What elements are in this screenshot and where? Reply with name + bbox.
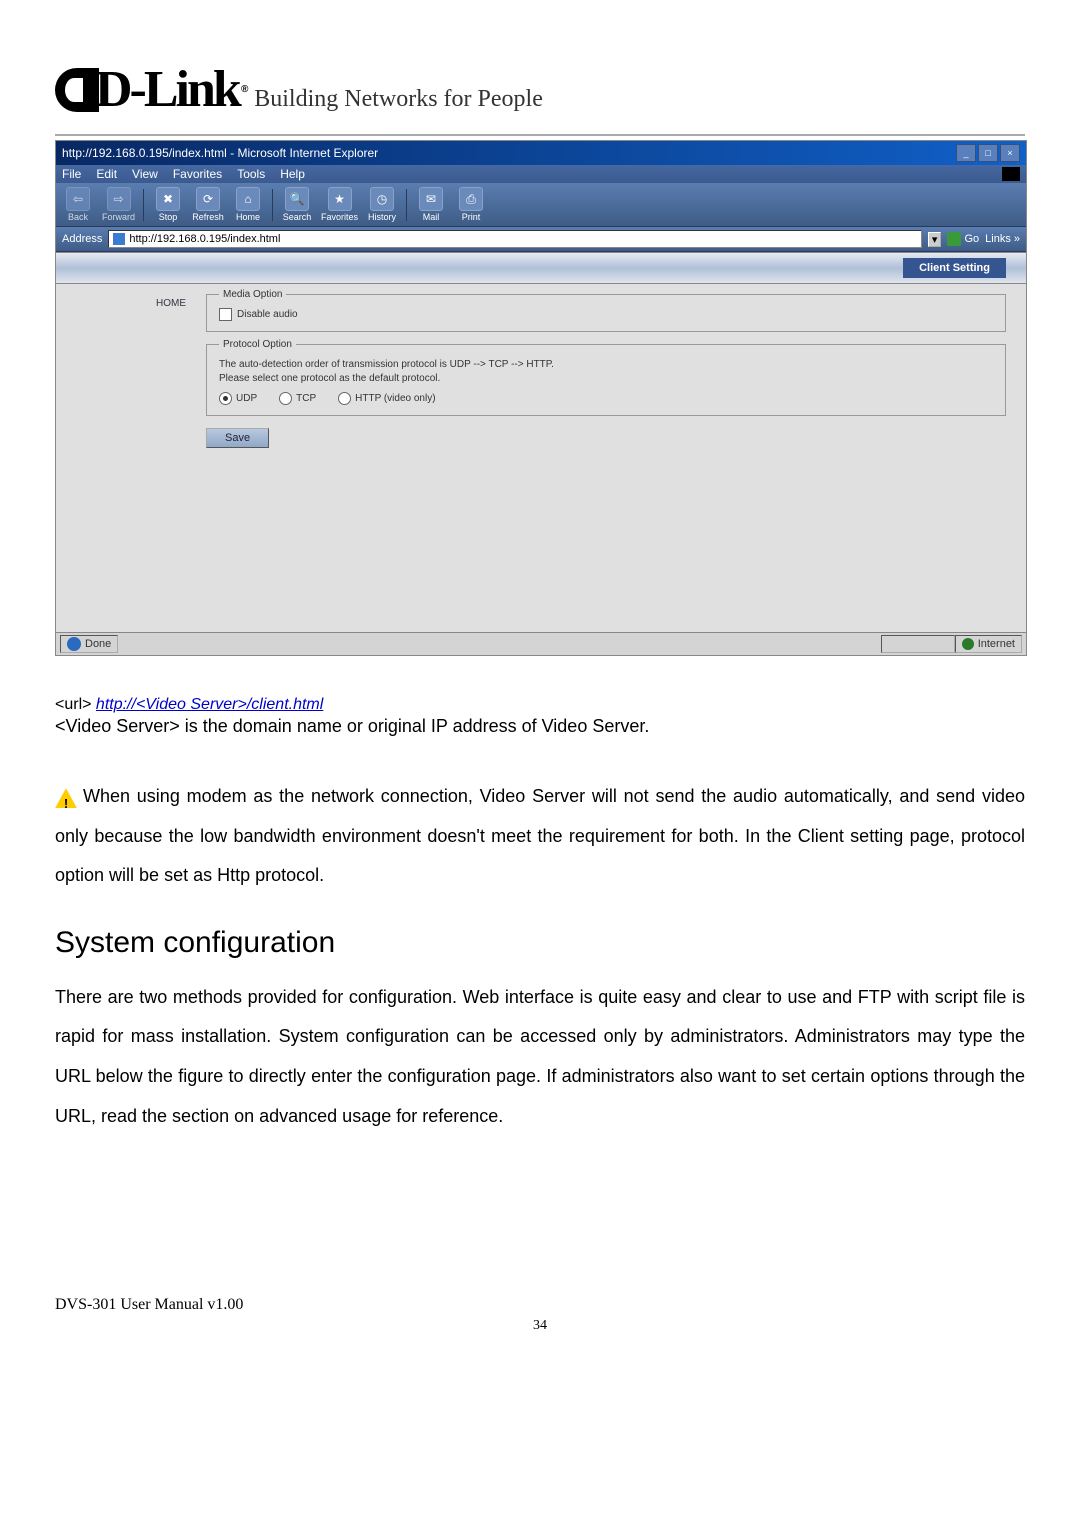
page-number: 34 [55,1318,1025,1334]
url-link[interactable]: http://<Video Server>/client.html [96,696,323,713]
protocol-option-legend: Protocol Option [219,339,296,350]
page-icon [113,233,125,245]
protocol-desc-1: The auto-detection order of transmission… [219,358,993,372]
menu-view[interactable]: View [132,167,158,181]
status-bar: Done Internet [56,632,1026,655]
maximize-button[interactable]: □ [978,144,998,162]
radio-http[interactable] [338,392,351,405]
radio-udp[interactable] [219,392,232,405]
warning-paragraph: When using modem as the network connecti… [55,777,1025,896]
menu-tools[interactable]: Tools [237,167,265,181]
home-button[interactable]: ⌂Home [232,187,264,222]
history-button[interactable]: ◷History [366,187,398,222]
logo-d-icon [55,68,99,112]
disable-audio-checkbox[interactable] [219,308,232,321]
brand-tagline: Building Networks for People [254,86,543,113]
address-input[interactable]: http://192.168.0.195/index.html [108,230,922,248]
print-button[interactable]: ⎙Print [455,187,487,222]
zone-label: Internet [978,638,1015,650]
minimize-button[interactable]: _ [956,144,976,162]
address-bar: Address http://192.168.0.195/index.html … [56,227,1026,252]
media-option-legend: Media Option [219,289,286,300]
url-line: <url> http://<Video Server>/client.html [55,696,1025,714]
logo-text: D-Link [95,60,239,119]
go-icon [947,232,961,246]
config-paragraph: There are two methods provided for confi… [55,978,1025,1136]
mail-button[interactable]: ✉Mail [415,187,447,222]
refresh-button[interactable]: ⟳Refresh [192,187,224,222]
menu-bar: File Edit View Favorites Tools Help [56,165,1026,183]
page-banner: Client Setting [56,252,1026,284]
radio-tcp-label: TCP [296,393,316,404]
section-heading: System configuration [55,926,1025,960]
ie-icon [67,637,81,651]
menu-edit[interactable]: Edit [96,167,117,181]
radio-http-label: HTTP (video only) [355,393,435,404]
protocol-desc-2: Please select one protocol as the defaul… [219,372,993,386]
disable-audio-label: Disable audio [237,309,298,320]
address-value: http://192.168.0.195/index.html [129,233,280,245]
toolbar-separator [272,189,273,221]
nav-home[interactable]: HOME [66,298,186,309]
window-controls: _ □ × [956,144,1020,162]
warning-text: When using modem as the network connecti… [55,786,1025,885]
registered-mark: ® [241,84,246,95]
url-prefix: <url> [55,696,96,713]
favorites-button[interactable]: ★Favorites [321,187,358,222]
warning-icon [55,788,77,808]
footer-id: DVS-301 User Manual v1.00 [55,1296,1025,1314]
toolbar-separator [406,189,407,221]
address-dropdown-icon[interactable]: ▾ [928,232,942,247]
status-text: Done [85,638,111,650]
menu-favorites[interactable]: Favorites [173,167,222,181]
globe-icon [962,638,974,650]
back-button[interactable]: ⇦Back [62,187,94,222]
page-content: Client Setting HOME Media Option Disable… [56,252,1026,632]
media-option-fieldset: Media Option Disable audio [206,294,1006,332]
address-label: Address [62,233,102,245]
forward-button[interactable]: ⇨Forward [102,187,135,222]
settings-panel: Media Option Disable audio Protocol Opti… [196,284,1026,458]
window-title: http://192.168.0.195/index.html - Micros… [62,146,378,160]
links-menu[interactable]: Links » [985,233,1020,245]
close-button[interactable]: × [1000,144,1020,162]
brand-header: D-Link ® Building Networks for People [55,60,1025,119]
header-divider [55,134,1025,136]
banner-tab: Client Setting [903,258,1006,278]
radio-tcp[interactable] [279,392,292,405]
stop-button[interactable]: ✖Stop [152,187,184,222]
browser-window: http://192.168.0.195/index.html - Micros… [55,140,1027,656]
toolbar: ⇦Back ⇨Forward ✖Stop ⟳Refresh ⌂Home 🔍Sea… [56,183,1026,227]
toolbar-separator [143,189,144,221]
menu-help[interactable]: Help [280,167,305,181]
radio-udp-label: UDP [236,393,257,404]
windows-logo-icon [1002,167,1020,181]
go-button[interactable]: Go [947,232,979,246]
save-button[interactable]: Save [206,428,269,448]
search-button[interactable]: 🔍Search [281,187,313,222]
title-bar: http://192.168.0.195/index.html - Micros… [56,141,1026,165]
side-nav: HOME [56,284,196,458]
protocol-option-fieldset: Protocol Option The auto-detection order… [206,344,1006,416]
url-description: <Video Server> is the domain name or ori… [55,716,1025,737]
brand-logo: D-Link ® [55,60,246,119]
menu-file[interactable]: File [62,167,81,181]
